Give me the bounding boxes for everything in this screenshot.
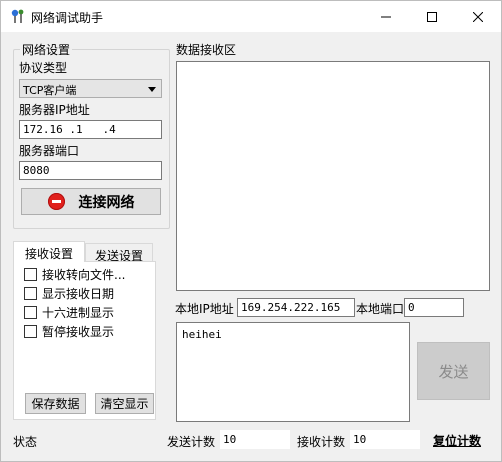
chevron-down-icon <box>148 87 156 92</box>
checkbox[interactable] <box>24 325 37 338</box>
server-port-label: 服务器端口 <box>19 144 80 158</box>
local-port-field[interactable]: 0 <box>404 298 464 317</box>
app-window: 网络调试助手 网络设置 协议类型 TCP客户端 服务器IP地址 172.16 .… <box>0 0 502 462</box>
option-label: 接收转向文件... <box>42 268 126 282</box>
option-redirect-to-file[interactable]: 接收转向文件... <box>24 266 125 283</box>
server-ip-field[interactable]: 172.16 .1 .4 <box>19 120 162 139</box>
close-icon <box>473 11 483 22</box>
send-text-area[interactable]: heihei <box>176 322 410 422</box>
server-ip-label: 服务器IP地址 <box>19 103 90 117</box>
option-pause-display[interactable]: 暂停接收显示 <box>24 323 114 340</box>
minimize-button[interactable] <box>363 1 409 32</box>
stop-icon <box>47 193 65 210</box>
tab-receive-settings-label: 接收设置 <box>24 247 73 261</box>
option-label: 显示接收日期 <box>42 287 115 301</box>
status-label: 状态 <box>13 435 38 449</box>
title-bar: 网络调试助手 <box>1 1 501 32</box>
server-port-field[interactable]: 8080 <box>19 161 162 180</box>
send-count-field: 10 <box>220 430 290 449</box>
option-label: 十六进制显示 <box>42 306 115 320</box>
protocol-value: TCP客户端 <box>23 84 77 97</box>
minimize-icon <box>381 16 391 17</box>
maximize-icon <box>427 11 437 22</box>
reset-count-link[interactable]: 复位计数 <box>433 432 481 449</box>
window-title: 网络调试助手 <box>31 11 104 25</box>
clear-display-button[interactable]: 清空显示 <box>95 393 154 414</box>
option-show-receive-date[interactable]: 显示接收日期 <box>24 285 114 302</box>
option-label: 暂停接收显示 <box>42 325 115 339</box>
network-app-icon <box>11 9 24 23</box>
checkbox[interactable] <box>24 268 37 281</box>
maximize-button[interactable] <box>409 1 455 32</box>
connect-button[interactable]: 连接网络 <box>21 188 161 215</box>
tab-send-settings[interactable]: 发送设置 <box>85 243 153 263</box>
protocol-select[interactable]: TCP客户端 <box>19 79 162 98</box>
option-hex-display[interactable]: 十六进制显示 <box>24 304 114 321</box>
checkbox[interactable] <box>24 306 37 319</box>
network-settings-title: 网络设置 <box>20 41 73 58</box>
send-button[interactable]: 发送 <box>417 342 490 400</box>
local-port-label: 本地端口 <box>356 302 405 316</box>
local-ip-label: 本地IP地址 <box>175 302 234 316</box>
receive-area-label: 数据接收区 <box>176 43 237 57</box>
close-button[interactable] <box>455 1 501 32</box>
receive-count-field: 10 <box>350 430 420 449</box>
local-ip-field[interactable]: 169.254.222.165 <box>237 298 355 317</box>
send-count-label: 发送计数 <box>167 435 216 449</box>
receive-count-label: 接收计数 <box>297 435 346 449</box>
protocol-label: 协议类型 <box>19 61 68 75</box>
connect-button-label: 连接网络 <box>78 194 135 211</box>
save-data-button[interactable]: 保存数据 <box>25 393 86 414</box>
receive-area[interactable] <box>176 61 490 291</box>
tab-receive-settings[interactable]: 接收设置 <box>13 241 85 262</box>
checkbox[interactable] <box>24 287 37 300</box>
